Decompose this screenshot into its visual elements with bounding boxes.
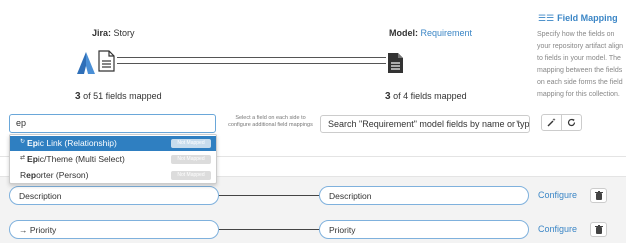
source-count-text: of 51 fields mapped — [83, 91, 162, 101]
source-field-search-input[interactable]: ep — [9, 114, 216, 133]
source-field-count: 3 of 51 fields mapped — [75, 91, 162, 102]
dropdown-option-reporter[interactable]: Reporter (Person) Not Mapped — [10, 168, 216, 183]
mapping-link-line — [219, 229, 319, 230]
target-count-text: of 4 fields mapped — [393, 91, 467, 101]
delete-mapping-button[interactable] — [590, 188, 607, 203]
configure-link[interactable]: Configure — [538, 224, 577, 234]
dropdown-option-epic-theme[interactable]: ⇄ Epic/Theme (Multi Select) Not Mapped — [10, 152, 216, 167]
trash-icon — [594, 225, 603, 234]
panel-title-text: Field Mapping — [557, 13, 618, 23]
target-search-placeholder: Search "Requirement" model fields by nam… — [328, 119, 530, 129]
not-mapped-badge: Not Mapped — [171, 155, 211, 164]
source-count-number: 3 — [75, 91, 81, 102]
panel-title: ☰☰ Field Mapping — [538, 13, 618, 24]
magic-wand-button[interactable] — [542, 115, 561, 130]
source-field-dropdown: ↻ Epic Link (Relationship) Not Mapped ⇄ Ep… — [9, 134, 217, 184]
trash-icon — [594, 191, 603, 200]
jira-logo-icon — [77, 52, 95, 74]
not-mapped-badge: Not Mapped — [171, 171, 211, 180]
mapping-link-line — [219, 195, 319, 196]
target-title: Model: Requirement — [389, 28, 472, 38]
source-field-pill[interactable]: → Priority — [9, 220, 219, 239]
target-label: Model: — [389, 28, 418, 38]
target-field-count: 3 of 4 fields mapped — [385, 91, 467, 102]
configure-link[interactable]: Configure — [538, 190, 577, 200]
multi-select-icon: ⇄ — [20, 155, 26, 161]
toolbar-button-group — [541, 114, 582, 131]
mapping-hint: Select a field on each side to configure… — [228, 115, 313, 128]
refresh-button[interactable] — [561, 115, 581, 130]
relationship-icon: ↻ — [20, 139, 26, 145]
document-icon — [388, 53, 403, 73]
panel-description: Specify how the fields on your repositor… — [537, 31, 623, 98]
mapping-connector — [117, 57, 386, 64]
target-field-pill[interactable]: Priority — [319, 220, 529, 239]
refresh-icon — [567, 118, 576, 127]
source-field-pill[interactable]: Description — [9, 186, 219, 205]
menu-icon: ☰☰ — [538, 13, 555, 23]
document-icon — [98, 50, 115, 72]
magic-wand-icon — [547, 118, 556, 127]
target-field-search-select[interactable]: Search "Requirement" model fields by nam… — [320, 115, 530, 133]
dropdown-option-epic-link[interactable]: ↻ Epic Link (Relationship) Not Mapped — [10, 136, 216, 151]
target-field-pill[interactable]: Description — [319, 186, 529, 205]
source-name: Story — [113, 28, 135, 38]
target-name-link[interactable]: Requirement — [421, 28, 473, 38]
not-mapped-badge: Not Mapped — [171, 139, 211, 148]
delete-mapping-button[interactable] — [590, 222, 607, 237]
source-title: Jira: Story — [92, 28, 135, 38]
chevron-down-icon: ▼ — [515, 120, 521, 126]
source-label: Jira: — [92, 28, 112, 38]
target-count-number: 3 — [385, 91, 391, 102]
